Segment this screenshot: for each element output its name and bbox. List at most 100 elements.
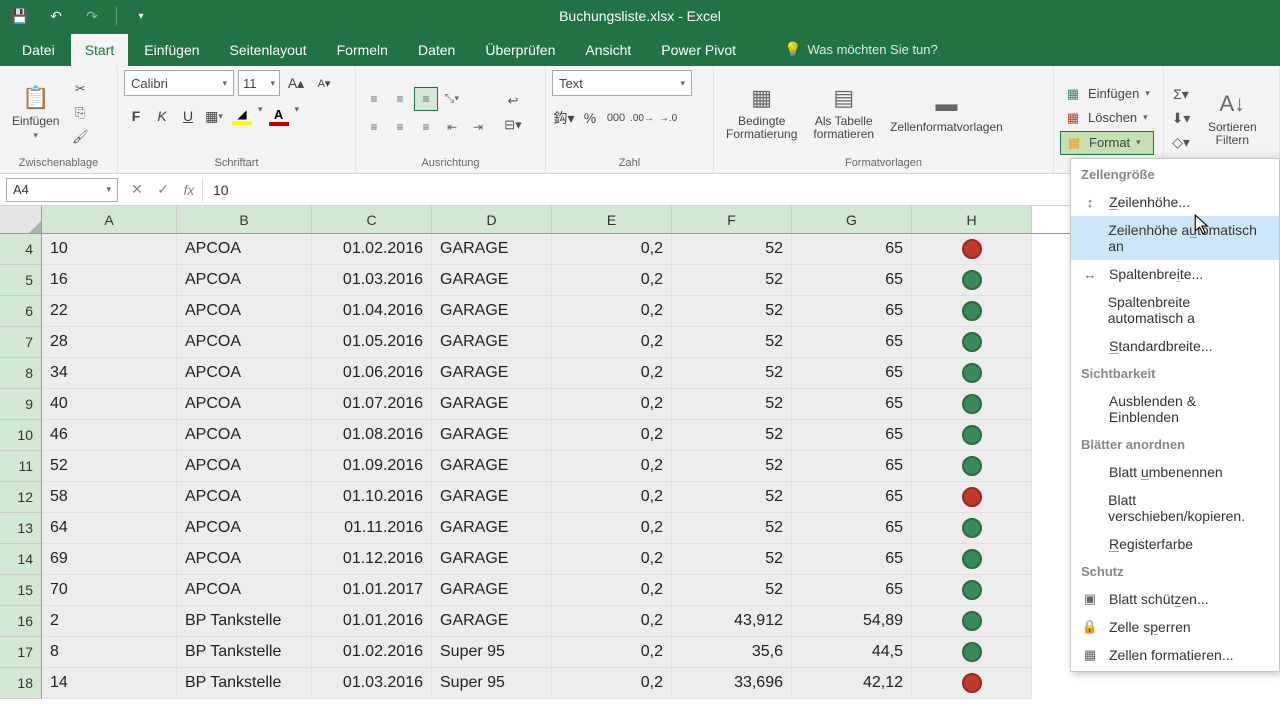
cell[interactable]: 52 <box>672 513 792 544</box>
enter-formula-icon[interactable]: ✓ <box>150 178 176 202</box>
insert-cells-button[interactable]: ▦ Einfügen ▾ <box>1060 83 1154 105</box>
cell[interactable]: 52 <box>672 265 792 296</box>
increase-decimal-icon[interactable]: .00→ <box>630 106 654 130</box>
row-header[interactable]: 10 <box>0 420 42 451</box>
align-middle-icon[interactable]: ≡ <box>388 87 412 111</box>
align-bottom-icon[interactable]: ≡ <box>414 87 438 111</box>
cell[interactable]: 01.03.2016 <box>312 668 432 699</box>
cell[interactable]: 01.08.2016 <box>312 420 432 451</box>
cell[interactable]: 65 <box>792 451 912 482</box>
merge-center-icon[interactable]: ⊟▾ <box>502 114 524 136</box>
cell[interactable]: GARAGE <box>432 420 552 451</box>
cell[interactable] <box>912 389 1032 420</box>
row-header[interactable]: 9 <box>0 389 42 420</box>
format-painter-icon[interactable]: 🖌 <box>69 126 91 148</box>
cell[interactable]: 01.05.2016 <box>312 327 432 358</box>
cell[interactable]: GARAGE <box>432 327 552 358</box>
cell[interactable]: GARAGE <box>432 296 552 327</box>
cell[interactable] <box>912 234 1032 265</box>
tab-review[interactable]: Überprüfen <box>471 34 569 66</box>
tab-data[interactable]: Daten <box>404 34 469 66</box>
cell[interactable]: APCOA <box>177 451 312 482</box>
cell[interactable]: 0,2 <box>552 265 672 296</box>
cell[interactable]: 0,2 <box>552 482 672 513</box>
italic-button[interactable]: K <box>150 104 174 128</box>
row-header[interactable]: 4 <box>0 234 42 265</box>
percent-icon[interactable]: % <box>578 106 602 130</box>
decrease-indent-icon[interactable]: ⇤ <box>440 115 464 139</box>
cell[interactable]: 64 <box>42 513 177 544</box>
cell[interactable]: 01.04.2016 <box>312 296 432 327</box>
tab-file[interactable]: Datei <box>8 34 69 66</box>
font-name-select[interactable]: Calibri ▾ <box>124 70 234 96</box>
col-header-H[interactable]: H <box>912 206 1032 233</box>
cell[interactable]: 65 <box>792 575 912 606</box>
chevron-down-icon[interactable]: ▾ <box>258 104 263 128</box>
cell[interactable]: 0,2 <box>552 234 672 265</box>
cell[interactable]: GARAGE <box>432 513 552 544</box>
cell[interactable] <box>912 265 1032 296</box>
cell[interactable] <box>912 575 1032 606</box>
cell[interactable] <box>912 420 1032 451</box>
cell[interactable]: 01.01.2016 <box>312 606 432 637</box>
row-header[interactable]: 17 <box>0 637 42 668</box>
cell[interactable]: 52 <box>42 451 177 482</box>
cell[interactable]: 0,2 <box>552 358 672 389</box>
cell[interactable]: APCOA <box>177 575 312 606</box>
menu-format-cells[interactable]: ▦ Zellen formatieren... <box>1071 641 1279 669</box>
cell[interactable]: 65 <box>792 327 912 358</box>
cell[interactable]: 42,12 <box>792 668 912 699</box>
cell[interactable]: 34 <box>42 358 177 389</box>
cell[interactable]: 52 <box>672 420 792 451</box>
cell[interactable]: BP Tankstelle <box>177 606 312 637</box>
tab-home[interactable]: Start <box>71 34 129 66</box>
cell[interactable]: 65 <box>792 482 912 513</box>
row-header[interactable]: 18 <box>0 668 42 699</box>
cell[interactable]: 52 <box>672 358 792 389</box>
cell[interactable]: GARAGE <box>432 544 552 575</box>
cell[interactable]: 69 <box>42 544 177 575</box>
menu-move-sheet[interactable]: Blatt verschieben/kopieren. <box>1071 486 1279 530</box>
cell[interactable]: GARAGE <box>432 265 552 296</box>
redo-icon[interactable]: ↷ <box>80 4 104 28</box>
align-center-icon[interactable]: ≡ <box>388 115 412 139</box>
fx-icon[interactable]: fx <box>176 178 202 202</box>
cell[interactable]: 0,2 <box>552 420 672 451</box>
cell[interactable]: APCOA <box>177 234 312 265</box>
cut-icon[interactable]: ✂ <box>69 78 91 100</box>
cell[interactable]: 58 <box>42 482 177 513</box>
cell[interactable]: 46 <box>42 420 177 451</box>
row-header[interactable]: 16 <box>0 606 42 637</box>
menu-row-height[interactable]: ↕ Zeilenhöhe... <box>1071 188 1279 216</box>
col-header-A[interactable]: A <box>42 206 177 233</box>
currency-icon[interactable]: 鈎▾ <box>552 106 576 130</box>
menu-autofit-row[interactable]: Zeilenhöhe automatisch an <box>1071 216 1279 260</box>
cell[interactable]: 01.02.2016 <box>312 234 432 265</box>
cell[interactable]: 16 <box>42 265 177 296</box>
cell[interactable]: 33,696 <box>672 668 792 699</box>
cell[interactable]: 0,2 <box>552 637 672 668</box>
cell[interactable]: 43,912 <box>672 606 792 637</box>
cell[interactable] <box>912 637 1032 668</box>
row-header[interactable]: 15 <box>0 575 42 606</box>
row-header[interactable]: 8 <box>0 358 42 389</box>
clear-icon[interactable]: ◇▾ <box>1170 132 1192 154</box>
font-color-button[interactable]: A <box>265 104 293 128</box>
align-left-icon[interactable]: ≡ <box>362 115 386 139</box>
cell[interactable]: BP Tankstelle <box>177 668 312 699</box>
cell[interactable] <box>912 451 1032 482</box>
wrap-text-icon[interactable]: ↩ <box>502 90 524 112</box>
cell[interactable]: 70 <box>42 575 177 606</box>
cell[interactable]: GARAGE <box>432 606 552 637</box>
chevron-down-icon[interactable]: ▾ <box>295 104 300 128</box>
cell[interactable]: 52 <box>672 389 792 420</box>
cell[interactable]: BP Tankstelle <box>177 637 312 668</box>
cell[interactable]: 65 <box>792 389 912 420</box>
row-header[interactable]: 12 <box>0 482 42 513</box>
border-button[interactable]: ▦▾ <box>202 104 226 128</box>
cell[interactable]: 01.03.2016 <box>312 265 432 296</box>
cell[interactable]: 0,2 <box>552 575 672 606</box>
cell[interactable]: 22 <box>42 296 177 327</box>
undo-icon[interactable]: ↶ <box>44 4 68 28</box>
cell[interactable]: 0,2 <box>552 327 672 358</box>
